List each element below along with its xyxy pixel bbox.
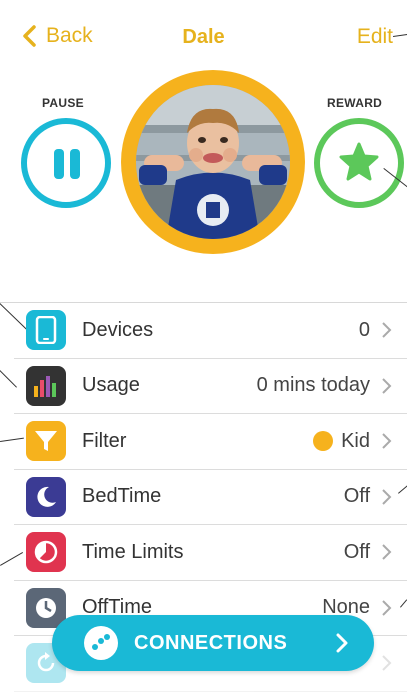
chevron-right-icon <box>382 655 392 671</box>
avatar-ring[interactable] <box>121 70 305 254</box>
settings-row-filter[interactable]: Filter Kid <box>14 414 407 470</box>
row-label: Usage <box>82 374 140 397</box>
pause-button[interactable] <box>21 118 111 208</box>
settings-row-bedtime[interactable]: BedTime Off <box>14 470 407 525</box>
star-icon <box>339 142 379 181</box>
pause-label: PAUSE <box>42 96 84 110</box>
pause-icon <box>54 149 64 179</box>
chevron-right-icon <box>382 322 392 338</box>
child-photo <box>136 85 290 239</box>
filter-level-dot <box>313 431 334 452</box>
connections-icon <box>84 626 118 660</box>
chevron-right-icon <box>382 378 392 394</box>
tablet-icon <box>26 310 66 351</box>
settings-row-devices[interactable]: Devices 0 <box>14 303 407 359</box>
bar-chart-icon <box>26 365 66 406</box>
chevron-right-icon <box>382 544 392 560</box>
filter-level-text: Kid <box>341 429 370 452</box>
settings-row-time-limits[interactable]: Time Limits Off <box>14 525 407 581</box>
row-value: Off <box>343 485 370 508</box>
moon-icon <box>26 476 66 517</box>
settings-row-usage[interactable]: Usage 0 mins today <box>14 359 407 414</box>
row-value: Off <box>343 540 370 563</box>
row-value: 0 <box>358 318 370 341</box>
pause-icon-bar <box>70 149 80 179</box>
chevron-right-icon <box>382 433 392 449</box>
connections-label: CONNECTIONS <box>134 631 288 654</box>
connections-button[interactable]: CONNECTIONS <box>52 615 374 671</box>
row-label: Filter <box>82 429 127 452</box>
chevron-right-icon <box>382 600 392 616</box>
page-title: Dale <box>182 26 225 48</box>
chevron-right-icon <box>382 489 392 505</box>
reward-button[interactable] <box>314 118 404 208</box>
row-label: BedTime <box>82 485 162 508</box>
row-value: Kid <box>313 430 370 453</box>
edit-button[interactable]: Edit <box>357 25 393 49</box>
row-value: 0 mins today <box>256 374 370 397</box>
avatar <box>136 85 290 239</box>
reward-label: REWARD <box>327 96 383 110</box>
row-label: Time Limits <box>82 540 184 563</box>
filter-icon <box>26 421 66 462</box>
row-label: Devices <box>82 318 154 341</box>
timer-icon <box>26 532 66 573</box>
profile-header: Back Dale Edit PAUSE REWARD <box>0 0 407 300</box>
chevron-right-icon <box>336 633 348 653</box>
